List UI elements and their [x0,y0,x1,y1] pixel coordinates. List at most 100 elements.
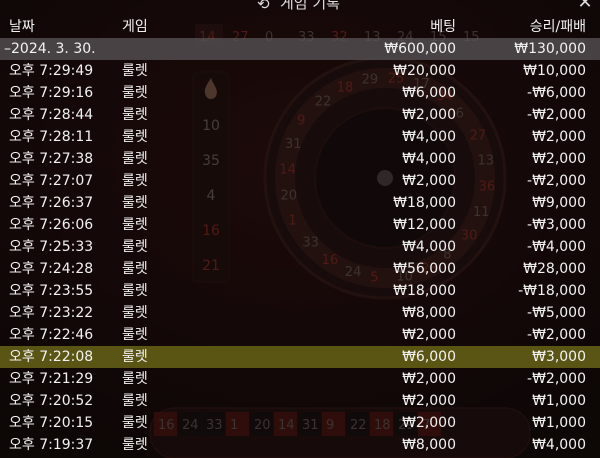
row-game: 룰렛 [122,107,148,123]
row-result: ₩1,000 [532,393,586,409]
row-result: ₩2,000 [532,129,586,145]
table-row[interactable]: 오후 7:29:16 룰렛 ₩6,000 -₩6,000 [0,82,600,104]
row-time: 오후 7:27:07 [9,173,94,189]
close-button[interactable]: ✕ [575,0,595,14]
table-row[interactable]: 오후 7:28:11 룰렛 ₩4,000 ₩2,000 [0,126,600,148]
game-history-table: –2024. 3. 30. ₩600,000 ₩130,000 오후 7:29:… [0,38,600,456]
row-result: -₩2,000 [527,107,586,123]
row-bet: ₩6,000 [402,85,456,101]
row-bet: ₩6,000 [402,349,456,365]
row-time: 오후 7:21:29 [9,371,94,387]
table-row[interactable]: 오후 7:20:52 룰렛 ₩2,000 ₩1,000 [0,390,600,412]
row-result: -₩2,000 [527,327,586,343]
row-result: ₩1,000 [532,415,586,431]
date-total-result: ₩130,000 [514,41,586,57]
row-time: 오후 7:27:38 [9,151,94,167]
date-group-label: –2024. 3. 30. [4,41,96,57]
table-row[interactable]: 오후 7:21:29 룰렛 ₩2,000 -₩2,000 [0,368,600,390]
column-header-bet: 베팅 [430,19,456,35]
row-result: ₩2,000 [532,151,586,167]
row-game: 룰렛 [122,129,148,145]
row-result: -₩18,000 [518,283,586,299]
row-time: 오후 7:20:52 [9,393,94,409]
row-result: -₩2,000 [527,173,586,189]
table-row[interactable]: 오후 7:29:49 룰렛 ₩20,000 ₩10,000 [0,60,600,82]
row-bet: ₩2,000 [402,173,456,189]
row-bet: ₩2,000 [402,371,456,387]
table-row[interactable]: 오후 7:19:37 룰렛 ₩8,000 ₩4,000 [0,434,600,456]
table-row[interactable]: 오후 7:25:33 룰렛 ₩4,000 -₩4,000 [0,236,600,258]
row-time: 오후 7:28:44 [9,107,94,123]
row-game: 룰렛 [122,305,148,321]
row-result: -₩2,000 [527,371,586,387]
row-game: 룰렛 [122,283,148,299]
row-time: 오후 7:24:28 [9,261,94,277]
row-bet: ₩4,000 [402,129,456,145]
row-game: 룰렛 [122,239,148,255]
row-game: 룰렛 [122,371,148,387]
table-row-selected[interactable]: 오후 7:22:08 룰렛 ₩6,000 ₩3,000 [0,346,600,368]
row-bet: ₩4,000 [402,151,456,167]
date-group-row[interactable]: –2024. 3. 30. ₩600,000 ₩130,000 [0,38,600,60]
row-game: 룰렛 [122,327,148,343]
row-game: 룰렛 [122,415,148,431]
row-result: ₩28,000 [523,261,586,277]
table-row[interactable]: 오후 7:26:06 룰렛 ₩12,000 -₩3,000 [0,214,600,236]
row-time: 오후 7:29:49 [9,63,94,79]
row-time: 오후 7:19:37 [9,437,94,453]
row-time: 오후 7:23:55 [9,283,94,299]
row-bet: ₩56,000 [393,261,456,277]
row-bet: ₩2,000 [402,327,456,343]
row-result: ₩10,000 [523,63,586,79]
row-result: ₩9,000 [532,195,586,211]
row-game: 룰렛 [122,151,148,167]
row-bet: ₩2,000 [402,393,456,409]
column-header-game: 게임 [122,19,148,35]
row-game: 룰렛 [122,349,148,365]
row-bet: ₩20,000 [393,63,456,79]
row-game: 룰렛 [122,261,148,277]
row-result: ₩4,000 [532,437,586,453]
row-time: 오후 7:22:08 [9,349,94,365]
row-game: 룰렛 [122,437,148,453]
row-result: -₩5,000 [527,305,586,321]
row-game: 룰렛 [122,195,148,211]
history-icon: ⟲ [257,0,270,13]
row-time: 오후 7:20:15 [9,415,94,431]
row-time: 오후 7:23:22 [9,305,94,321]
row-game: 룰렛 [122,63,148,79]
row-game: 룰렛 [122,217,148,233]
row-game: 룰렛 [122,173,148,189]
row-time: 오후 7:22:46 [9,327,94,343]
row-time: 오후 7:25:33 [9,239,94,255]
row-result: ₩3,000 [532,349,586,365]
row-bet: ₩8,000 [402,437,456,453]
date-total-bet: ₩600,000 [384,41,456,57]
row-bet: ₩8,000 [402,305,456,321]
table-row[interactable]: 오후 7:26:37 룰렛 ₩18,000 ₩9,000 [0,192,600,214]
table-row[interactable]: 오후 7:28:44 룰렛 ₩2,000 -₩2,000 [0,104,600,126]
modal-title: 게임 기록 [280,0,340,12]
row-time: 오후 7:28:11 [9,129,94,145]
row-bet: ₩2,000 [402,415,456,431]
table-row[interactable]: 오후 7:23:22 룰렛 ₩8,000 -₩5,000 [0,302,600,324]
row-time: 오후 7:26:37 [9,195,94,211]
row-bet: ₩18,000 [393,195,456,211]
column-header-date: 날짜 [9,19,35,35]
table-row[interactable]: 오후 7:20:15 룰렛 ₩2,000 ₩1,000 [0,412,600,434]
row-bet: ₩4,000 [402,239,456,255]
table-row[interactable]: 오후 7:23:55 룰렛 ₩18,000 -₩18,000 [0,280,600,302]
row-game: 룰렛 [122,85,148,101]
table-header: 날짜 게임 베팅 승리/패배 [0,16,600,38]
row-time: 오후 7:29:16 [9,85,94,101]
row-time: 오후 7:26:06 [9,217,94,233]
row-bet: ₩18,000 [393,283,456,299]
row-result: -₩3,000 [527,217,586,233]
table-row[interactable]: 오후 7:27:07 룰렛 ₩2,000 -₩2,000 [0,170,600,192]
row-result: -₩4,000 [527,239,586,255]
table-row[interactable]: 오후 7:24:28 룰렛 ₩56,000 ₩28,000 [0,258,600,280]
table-row[interactable]: 오후 7:22:46 룰렛 ₩2,000 -₩2,000 [0,324,600,346]
row-game: 룰렛 [122,393,148,409]
table-row[interactable]: 오후 7:27:38 룰렛 ₩4,000 ₩2,000 [0,148,600,170]
column-header-result: 승리/패배 [529,19,586,35]
